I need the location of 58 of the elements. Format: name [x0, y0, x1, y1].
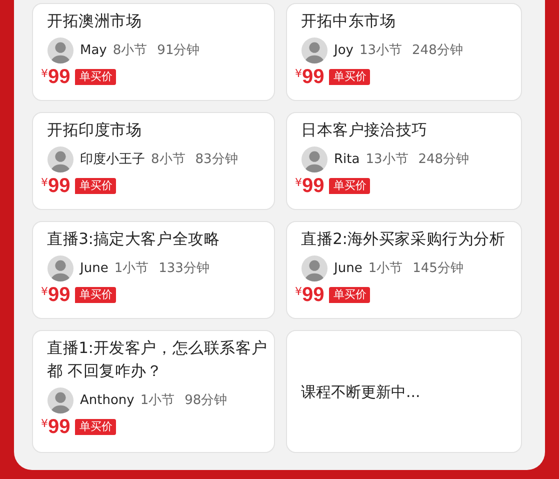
price: ¥99 [295, 284, 324, 306]
course-title: 直播2:海外买家采购行为分析 [301, 229, 506, 250]
price: ¥99 [41, 284, 70, 306]
price-tag: 单买价 [329, 287, 370, 303]
lesson-count: 8小节 [151, 150, 186, 169]
lesson-count: 1小节 [114, 260, 149, 278]
course-card[interactable]: 开拓印度市场 印度小王子 8小节 83分钟 ¥99 单买价 [32, 112, 275, 210]
course-card[interactable]: 直播3:搞定大客户全攻略 June 1小节 133分钟 ¥99 单买价 [32, 221, 275, 319]
course-card[interactable]: 开拓澳洲市场 May 8小节 91分钟 ¥99 单买价 [32, 3, 275, 101]
course-title: 开拓中东市场 [301, 11, 397, 32]
lesson-count: 1小节 [368, 260, 403, 278]
update-notice: 课程不断更新中... [301, 382, 420, 404]
price: ¥99 [41, 416, 70, 438]
price-tag: 单买价 [329, 178, 370, 194]
avatar-icon [47, 255, 74, 282]
course-title: 开拓澳洲市场 [47, 11, 143, 32]
price-tag: 单买价 [75, 69, 116, 85]
price: ¥99 [295, 175, 324, 197]
price-tag: 单买价 [329, 69, 370, 85]
duration: 98分钟 [184, 392, 228, 410]
lesson-count: 13小节 [366, 150, 408, 169]
avatar-icon [47, 387, 74, 414]
avatar-icon [301, 37, 328, 64]
avatar-icon [301, 255, 328, 282]
lesson-count: 1小节 [140, 392, 175, 410]
avatar-icon [47, 146, 74, 173]
teacher-name: May [80, 42, 107, 60]
course-card[interactable]: 直播2:海外买家采购行为分析 June 1小节 145分钟 ¥99 单买价 [286, 221, 522, 319]
price: ¥99 [295, 66, 324, 88]
course-title: 日本客户接洽技巧 [301, 120, 428, 141]
teacher-name: Rita [334, 150, 360, 169]
price-tag: 单买价 [75, 419, 116, 435]
course-title: 直播3:搞定大客户全攻略 [47, 229, 221, 250]
avatar-icon [47, 37, 74, 64]
course-card[interactable]: 直播1:开发客户，怎么联系客户都 不回复咋办？ Anthony 1小节 98分钟 ¥99 单买价 [32, 330, 275, 453]
lesson-count: 13小节 [359, 42, 402, 60]
price: ¥99 [41, 66, 70, 88]
teacher-name: Joy [334, 42, 354, 60]
teacher-name: June [334, 260, 362, 278]
duration: 145分钟 [412, 260, 464, 278]
course-title: 直播1:开发客户，怎么联系客户都 不回复咋办？ [47, 338, 268, 382]
teacher-name: June [80, 260, 108, 278]
duration: 248分钟 [412, 42, 463, 60]
course-card[interactable]: 课程不断更新中... [286, 330, 522, 453]
price-tag: 单买价 [75, 287, 116, 303]
lesson-count: 8小节 [112, 42, 148, 60]
price-tag: 单买价 [75, 178, 116, 194]
course-card[interactable]: 日本客户接洽技巧 Rita 13小节 248分钟 ¥99 单买价 [286, 112, 522, 210]
price: ¥99 [41, 175, 70, 197]
course-title: 开拓印度市场 [47, 120, 143, 141]
duration: 91分钟 [157, 42, 200, 60]
duration: 248分钟 [418, 150, 470, 169]
teacher-name: 印度小王子 [80, 150, 145, 169]
duration: 83分钟 [195, 150, 238, 169]
course-card[interactable]: 开拓中东市场 Joy 13小节 248分钟 ¥99 单买价 [286, 3, 522, 101]
teacher-name: Anthony [80, 392, 134, 410]
duration: 133分钟 [158, 260, 210, 278]
avatar-icon [301, 146, 328, 173]
